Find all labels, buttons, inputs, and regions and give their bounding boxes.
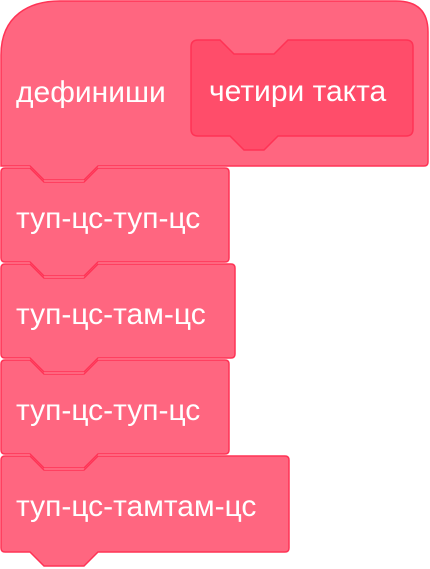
- stack-block[interactable]: туп-цс-тамтам-цс: [0, 455, 290, 567]
- stack-block[interactable]: туп-цс-туп-цс: [0, 359, 230, 469]
- script-canvas: дефиниши четири такта туп-цс-туп-цс туп-…: [0, 0, 429, 567]
- custom-block-prototype[interactable]: четири такта: [190, 39, 414, 151]
- stack-block-label: туп-цс-тамтам-цс: [16, 490, 256, 523]
- stack-block[interactable]: туп-цс-там-цс: [0, 263, 236, 373]
- stack-block-label: туп-цс-там-цс: [16, 298, 206, 331]
- stack-block-label: туп-цс-туп-цс: [16, 202, 200, 235]
- prototype-label: четири такта: [209, 75, 387, 108]
- stack-block-label: туп-цс-туп-цс: [16, 394, 200, 427]
- define-block[interactable]: дефиниши четири такта: [0, 0, 429, 181]
- stack-block[interactable]: туп-цс-туп-цс: [0, 167, 230, 277]
- define-keyword: дефиниши: [16, 76, 166, 109]
